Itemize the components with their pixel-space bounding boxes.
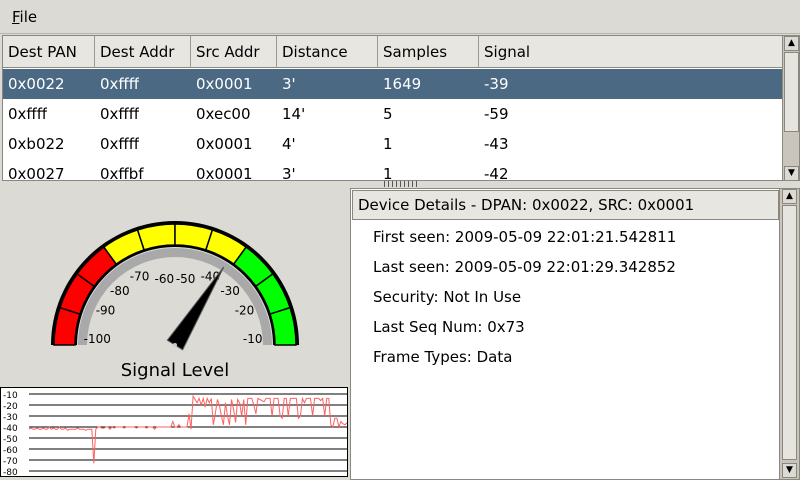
cell-dest-addr: 0xffff [100, 105, 140, 123]
scroll-up-arrow-icon[interactable]: ▲ [784, 36, 799, 51]
history-y-label: -80 [3, 468, 18, 476]
menu-file[interactable]: File [12, 8, 37, 26]
table-row[interactable]: 0x0022 0xffff 0x0001 3' 1649 -39 [3, 69, 783, 99]
cell-distance: 14' [282, 105, 306, 123]
scrollbar-thumb[interactable] [784, 52, 799, 132]
history-y-label: -40 [3, 424, 18, 434]
column-header-dest-addr[interactable]: Dest Addr [95, 36, 191, 68]
history-y-label: -10 [3, 391, 18, 401]
history-signal-line [28, 394, 348, 464]
cell-signal: -39 [484, 75, 509, 93]
cell-dest-pan: 0xffff [8, 105, 48, 123]
column-header-distance[interactable]: Distance [277, 36, 378, 68]
signal-history-chart: -10 -20 -30 -40 -50 -60 -70 -80 [0, 387, 348, 478]
cell-samples: 5 [383, 105, 393, 123]
cell-src-addr: 0xec00 [196, 105, 251, 123]
table-body: 0x0022 0xffff 0x0001 3' 1649 -39 0xffff … [3, 69, 783, 181]
gauge-needle-pivot [173, 343, 177, 347]
cell-dest-addr: 0xffff [100, 135, 140, 153]
details-scrollbar[interactable]: ▲ ▼ [779, 189, 799, 479]
cell-distance: 4' [282, 135, 296, 153]
gauge-tick-label: -20 [235, 304, 255, 318]
history-y-label: -20 [3, 402, 18, 412]
pane-splitter-handle[interactable] [384, 181, 420, 187]
table-row[interactable]: 0x0027 0xffbf 0x0001 3' 1 -42 [3, 159, 783, 181]
scroll-down-arrow-icon[interactable]: ▼ [784, 166, 799, 180]
column-header-dest-pan[interactable]: Dest PAN [3, 36, 95, 68]
cell-samples: 1 [383, 135, 393, 153]
cell-src-addr: 0x0001 [196, 165, 253, 181]
scroll-up-arrow-icon[interactable]: ▲ [782, 189, 797, 204]
table-row[interactable]: 0xb022 0xffff 0x0001 4' 1 -43 [3, 129, 783, 159]
history-y-label: -30 [3, 413, 18, 423]
cell-signal: -59 [484, 105, 509, 123]
cell-src-addr: 0x0001 [196, 75, 253, 93]
detail-first-seen: First seen: 2009-05-09 22:01:21.542811 [373, 228, 677, 246]
cell-signal: -43 [484, 135, 509, 153]
detail-last-seen: Last seen: 2009-05-09 22:01:29.342852 [373, 258, 676, 276]
gauge-tick-label: -70 [130, 270, 150, 284]
cell-signal: -42 [484, 165, 509, 181]
gauge-tick-label: -50 [176, 272, 196, 286]
menu-file-rest: ile [19, 8, 38, 26]
gauge-tick-label: -80 [110, 284, 130, 298]
cell-src-addr: 0x0001 [196, 135, 253, 153]
cell-distance: 3' [282, 75, 296, 93]
gauge-tick-label: -90 [96, 304, 116, 318]
gauge-tick-label: -10 [243, 332, 263, 346]
gauge-tick-label: -30 [220, 284, 240, 298]
table-header: Dest PAN Dest Addr Src Addr Distance Sam… [3, 36, 783, 68]
detail-last-seq-num: Last Seq Num: 0x73 [373, 318, 525, 336]
device-details-panel: Device Details - DPAN: 0x0022, SRC: 0x00… [350, 188, 800, 480]
menu-bar: File [0, 0, 800, 34]
column-header-signal[interactable]: Signal [479, 36, 783, 68]
history-y-label: -70 [3, 457, 18, 467]
cell-dest-addr: 0xffff [100, 75, 140, 93]
gauge-title: Signal Level [120, 360, 230, 381]
cell-distance: 3' [282, 165, 296, 181]
cell-dest-pan: 0x0022 [8, 75, 65, 93]
detail-frame-types: Frame Types: Data [373, 348, 513, 366]
table-scrollbar[interactable]: ▲ ▼ [782, 36, 799, 180]
scrollbar-thumb[interactable] [782, 205, 797, 460]
signal-gauge: -100-90-80-70 -60 -50 -40-30-20-10 [51, 221, 299, 351]
menu-file-mnemonic: F [12, 8, 20, 26]
detail-security: Security: Not In Use [373, 288, 522, 306]
cell-dest-pan: 0x0027 [8, 165, 65, 181]
history-y-label: -60 [3, 446, 18, 456]
history-y-label: -50 [3, 435, 18, 445]
column-header-src-addr[interactable]: Src Addr [191, 36, 277, 68]
cell-samples: 1 [383, 165, 393, 181]
cell-dest-pan: 0xb022 [8, 135, 65, 153]
cell-samples: 1649 [383, 75, 422, 93]
table-row[interactable]: 0xffff 0xffff 0xec00 14' 5 -59 [3, 99, 783, 129]
gauge-tick-label: -100 [84, 332, 111, 346]
cell-dest-addr: 0xffbf [100, 165, 144, 181]
signal-history-plot: -10-20-30-40-50-60-70-80 [3, 391, 348, 478]
gauge-tick-label: -60 [155, 272, 175, 286]
devices-table: Dest PAN Dest Addr Src Addr Distance Sam… [2, 35, 800, 181]
scroll-down-arrow-icon[interactable]: ▼ [782, 463, 797, 478]
signal-gauge-panel: -100 -90 -80 -70 -60 -50 -40 -30 -20 -10 Signal L… [0, 188, 348, 480]
device-details-header: Device Details - DPAN: 0x0022, SRC: 0x00… [352, 190, 779, 220]
column-header-samples[interactable]: Samples [378, 36, 479, 68]
